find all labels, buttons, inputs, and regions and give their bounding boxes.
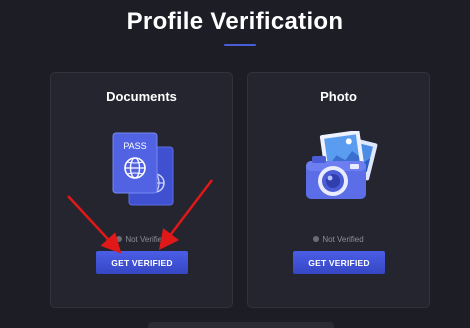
- camera-icon: [298, 130, 380, 208]
- documents-get-verified-button[interactable]: GET VERIFIED: [96, 251, 188, 274]
- photo-card: Photo Not Verified GET VERIFIED: [247, 72, 430, 308]
- svg-text:PASS: PASS: [123, 141, 146, 151]
- photo-get-verified-button[interactable]: GET VERIFIED: [293, 251, 385, 274]
- documents-status-label: Not Verified: [125, 235, 167, 244]
- passport-icon: PASS: [109, 131, 175, 212]
- status-dot-icon: [116, 235, 123, 242]
- title-underline: [224, 44, 256, 46]
- documents-card-title: Documents: [106, 89, 177, 104]
- page-title: Profile Verification: [126, 8, 344, 35]
- verification-page: Profile Verification Documents PASS Not …: [0, 0, 470, 328]
- photo-status-label: Not Verified: [322, 235, 364, 244]
- documents-status: Not Verified: [51, 235, 232, 244]
- documents-card: Documents PASS Not Verified GET VERIFIED: [50, 72, 233, 308]
- status-dot-icon: [313, 235, 320, 242]
- photo-status: Not Verified: [248, 235, 429, 244]
- photo-card-title: Photo: [320, 89, 357, 104]
- bottom-panel-edge: [148, 322, 334, 328]
